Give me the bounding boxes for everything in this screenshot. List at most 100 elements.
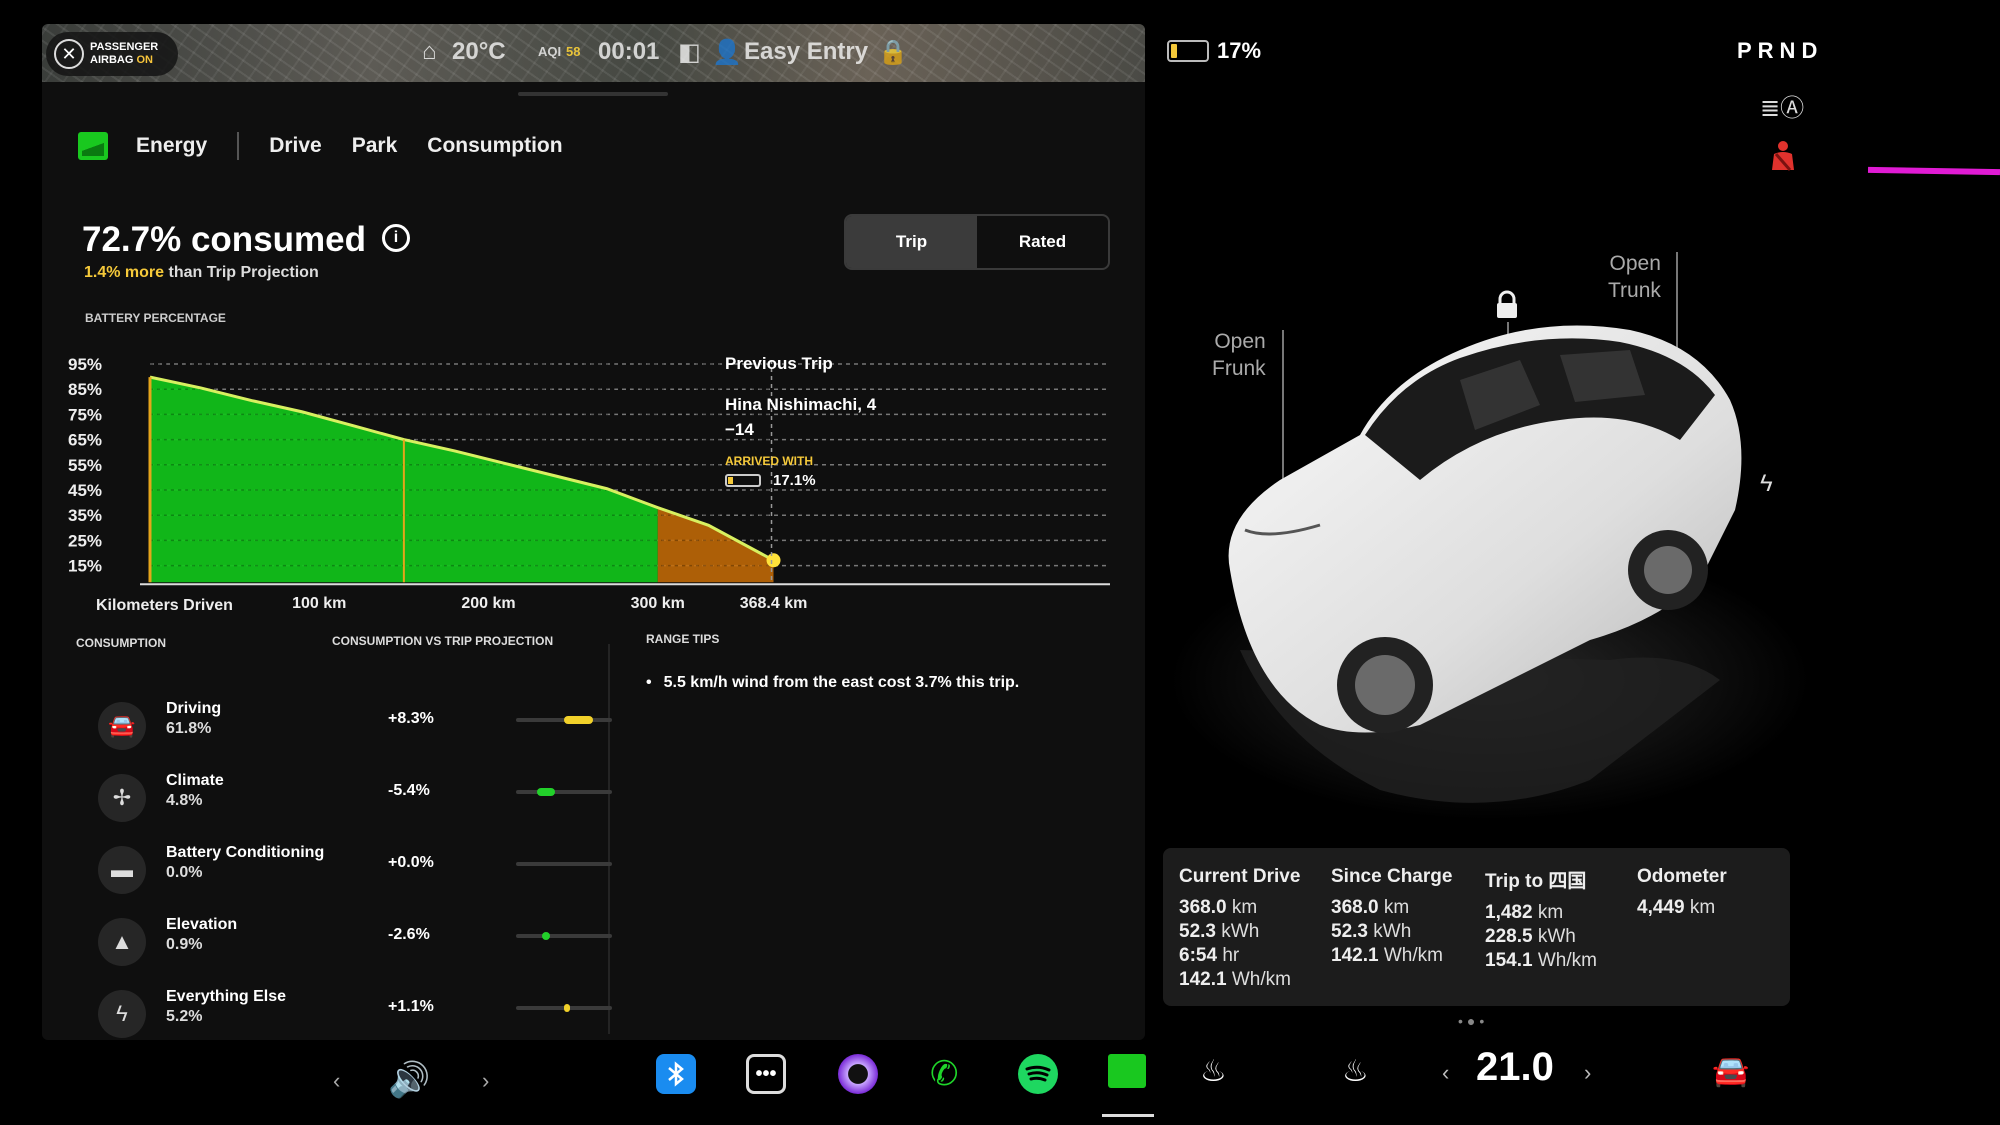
airbag-state: ON [136, 54, 153, 66]
tab-drive[interactable]: Drive [269, 134, 322, 158]
y-tick-label: 65% [68, 431, 102, 450]
steering-heater-icon[interactable]: ♨ [1342, 1054, 1369, 1089]
consumption-bar [516, 1004, 612, 1012]
consumption-bar [516, 716, 612, 724]
previous-trip-heading: Previous Trip [725, 354, 833, 373]
vehicle-render [1170, 325, 1810, 820]
consumption-bar [516, 862, 612, 866]
y-tick-label: 95% [68, 355, 102, 374]
tab-consumption[interactable]: Consumption [427, 134, 562, 158]
battery-chart: 95% 85% 75% 65% 55% 45% 35% 25% 15% Kilometers Dr… [68, 355, 1110, 614]
previous-trip-destination: Hina Nishimachi, 4 −14 [725, 395, 877, 439]
spotify-icon[interactable] [1018, 1054, 1058, 1094]
toggle-trip[interactable]: Trip [846, 216, 977, 268]
bluetooth-icon[interactable] [656, 1054, 696, 1094]
car-icon: 🚘 [98, 702, 146, 750]
unit: km [1537, 902, 1564, 923]
since-charge-efficiency: 142.1 [1331, 945, 1379, 966]
auto-headlight-icon[interactable]: ≣Ⓐ [1760, 88, 1804, 123]
passenger-airbag-indicator: ✕ PASSENGER AIRBAG ON [46, 32, 178, 76]
consumption-percent: 4.8% [166, 792, 203, 809]
toggle-rated[interactable]: Rated [977, 216, 1108, 268]
consumption-bar-fill [564, 1004, 570, 1012]
since-charge-stats[interactable]: Since Charge 368.0 km 52.3 kWh 142.1 Wh/… [1331, 866, 1452, 968]
since-charge-energy: 52.3 [1331, 921, 1368, 942]
profile-icon[interactable]: 👤 [712, 38, 742, 67]
y-tick-label: 45% [68, 481, 102, 500]
more-apps-icon[interactable]: ••• [746, 1054, 786, 1094]
consumption-bar [516, 932, 612, 940]
consumption-delta: +0.0% [388, 854, 434, 871]
panel-drag-handle[interactable] [518, 92, 668, 96]
energy-app-dock-icon[interactable] [1108, 1054, 1146, 1088]
consumption-row[interactable]: ▬ Battery Conditioning 0.0% +0.0% [98, 840, 618, 898]
consumption-bar [516, 788, 612, 796]
camera-icon[interactable] [838, 1054, 878, 1094]
temp-down-chevron-icon[interactable]: ‹ [1442, 1060, 1449, 1086]
trip-rated-toggle: Trip Rated [844, 214, 1110, 270]
fan-icon: ✢ [98, 774, 146, 822]
unit: km [1689, 897, 1716, 918]
odometer-value: 4,449 [1637, 897, 1685, 918]
x-tick-label: 200 km [461, 595, 515, 612]
consumption-row[interactable]: ϟ Everything Else 5.2% +1.1% [98, 984, 618, 1040]
unit: Wh/km [1231, 969, 1291, 990]
bolt-icon: ϟ [98, 990, 146, 1038]
current-drive-time: 6:54 [1179, 945, 1218, 966]
unit: km [1383, 897, 1410, 918]
trip-to-distance: 1,482 [1485, 902, 1533, 923]
outside-temperature: 20°C [452, 38, 506, 65]
driver-profile[interactable]: Easy Entry [744, 38, 868, 66]
unit: Wh/km [1537, 950, 1597, 971]
trip-to-energy: 228.5 [1485, 926, 1533, 947]
y-tick-label: 85% [68, 380, 102, 399]
media-prev-chevron-icon[interactable]: ‹ [333, 1068, 340, 1094]
y-tick-label: 25% [68, 531, 102, 550]
consumption-bar-fill [537, 788, 555, 796]
range-tips-title: RANGE TIPS [646, 632, 720, 646]
current-drive-stats[interactable]: Current Drive 368.0 km 52.3 kWh 6:54 hr … [1179, 866, 1300, 992]
consumption-percent: 0.9% [166, 936, 203, 953]
airbag-label-2: AIRBAG [90, 54, 134, 66]
consumption-delta: -5.4% [388, 782, 430, 799]
consumption-delta: +1.1% [388, 998, 434, 1015]
trip-to-stats[interactable]: Trip to 四国 1,482 km 228.5 kWh 154.1 Wh/k… [1485, 866, 1597, 973]
media-next-chevron-icon[interactable]: › [482, 1068, 489, 1094]
tab-divider [237, 132, 240, 160]
trip-to-efficiency: 154.1 [1485, 950, 1533, 971]
aqi-label: AQI [538, 44, 562, 59]
consumption-row[interactable]: 🚘 Driving 61.8% +8.3% [98, 696, 618, 754]
lock-status-icon[interactable]: 🔒 [878, 38, 908, 67]
trip-end-marker [766, 553, 781, 568]
consumption-row[interactable]: ✢ Climate 4.8% -5.4% [98, 768, 618, 826]
x-tick-label: 100 km [292, 595, 346, 612]
card-page-indicator[interactable]: •●• [1458, 1013, 1488, 1029]
previous-trip-info: Previous Trip Hina Nishimachi, 4 −14 ARR… [725, 354, 885, 489]
current-drive-distance: 368.0 [1179, 897, 1227, 918]
energy-tabs: Energy Drive Park Consumption [78, 132, 593, 160]
temp-up-chevron-icon[interactable]: › [1584, 1060, 1591, 1086]
phone-icon[interactable]: ✆ [930, 1054, 959, 1094]
status-map-strip[interactable]: ✕ PASSENGER AIRBAG ON ⌂ 20°C AQI 58 00:0… [42, 24, 1145, 82]
seat-heater-icon[interactable]: ♨ [1200, 1054, 1227, 1089]
cabin-temperature[interactable]: 21.0 [1476, 1045, 1554, 1090]
battery-mini-icon [725, 474, 761, 487]
battery-icon [1167, 40, 1209, 62]
projection-text: than Trip Projection [164, 264, 319, 281]
arrived-percentage: 17.1% [773, 472, 816, 489]
x-tick-label: 300 km [631, 595, 685, 612]
tab-energy[interactable]: Energy [136, 134, 207, 158]
aqi-value: 58 [566, 44, 581, 59]
arrived-with-label: ARRIVED WITH [725, 454, 813, 468]
tab-park[interactable]: Park [352, 134, 398, 158]
volume-icon[interactable]: 🔊 [388, 1060, 430, 1100]
gear-selector[interactable]: PRND [1737, 38, 1823, 64]
consumption-row[interactable]: ▲ Elevation 0.9% -2.6% [98, 912, 618, 970]
consumption-vs-projection-title: CONSUMPTION VS TRIP PROJECTION [332, 634, 554, 648]
x-tick-label: 368.4 km [740, 595, 808, 612]
consumption-name: Driving [166, 700, 222, 717]
car-icon[interactable]: 🚘 [1712, 1054, 1749, 1089]
consumption-name: Climate [166, 772, 224, 789]
info-icon[interactable]: i [382, 224, 410, 252]
ambient-light-strip [1867, 166, 2000, 176]
